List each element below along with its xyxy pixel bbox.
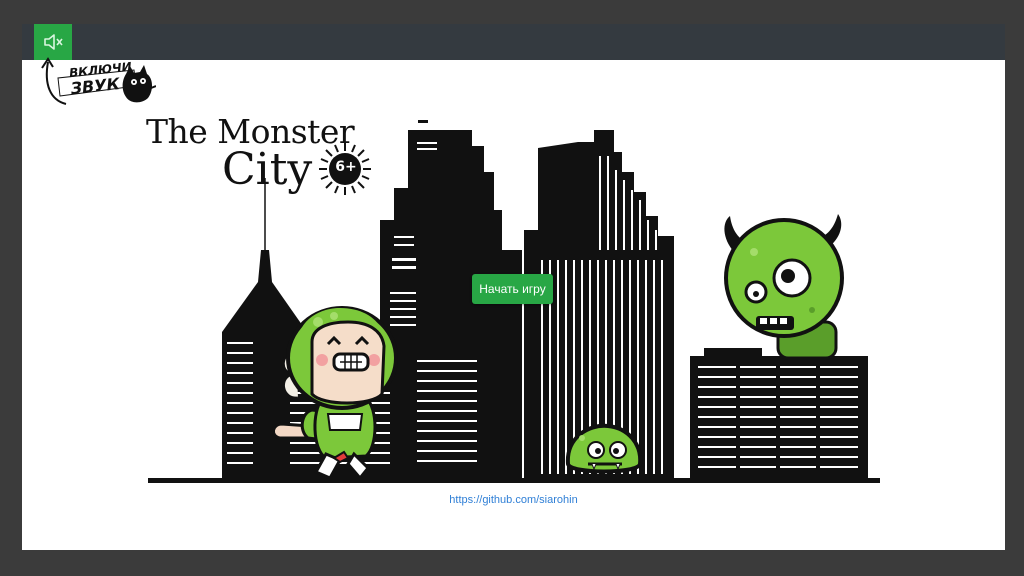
title-line-2: City <box>222 144 313 195</box>
game-frame: ВКЛЮЧИ ЗВУК The Monster City 6+ Начать и… <box>22 24 1005 550</box>
speaker-muted-icon <box>44 34 63 50</box>
age-rating: 6+ <box>335 159 357 175</box>
start-game-button[interactable]: Начать игру <box>472 274 553 304</box>
github-link[interactable]: https://github.com/siarohin <box>22 494 1005 506</box>
game-logo: The Monster City 6+ <box>146 112 406 212</box>
foreground-building-right <box>690 348 868 478</box>
ground-line <box>148 478 880 483</box>
horned-monster <box>724 214 844 360</box>
top-bar <box>22 24 1005 60</box>
game-scene: The Monster City 6+ Начать игру https://… <box>22 60 1005 550</box>
sound-toggle-button[interactable] <box>34 24 72 60</box>
